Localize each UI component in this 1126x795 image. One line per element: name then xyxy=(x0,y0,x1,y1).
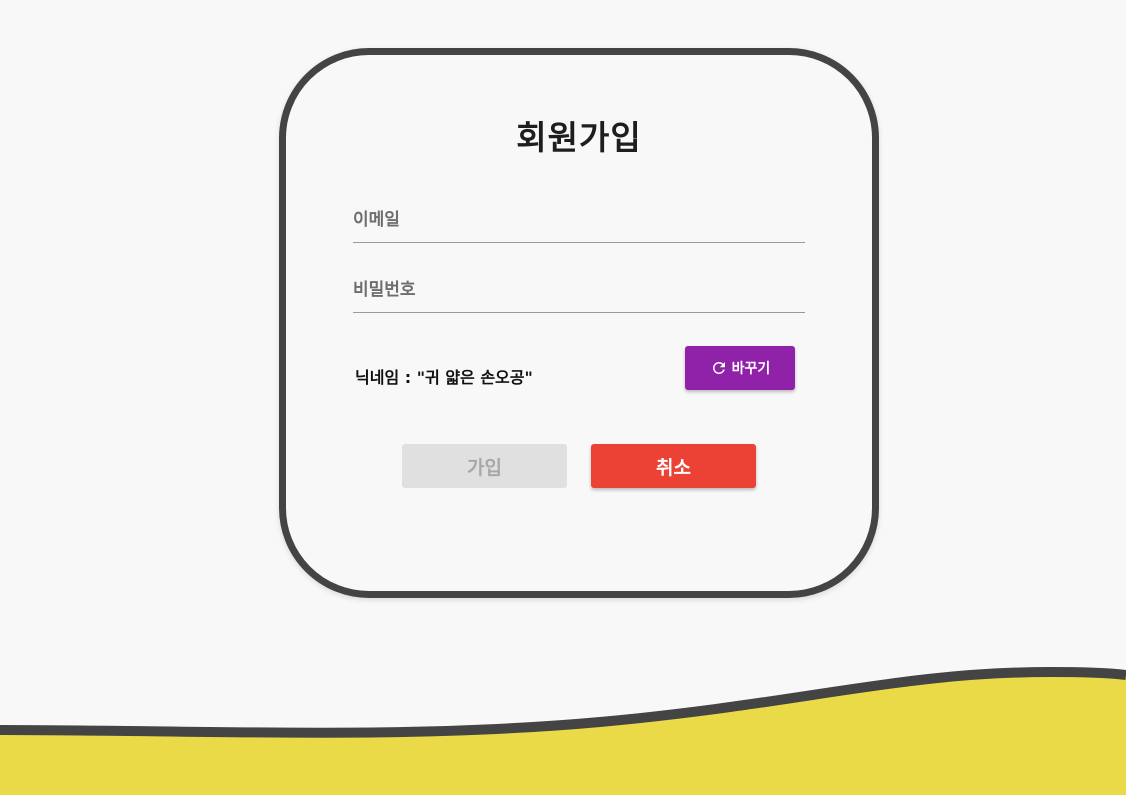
password-field-wrapper xyxy=(353,272,805,313)
change-nickname-label: 바꾸기 xyxy=(731,361,771,377)
join-button[interactable]: 가입 xyxy=(402,444,567,488)
cancel-button[interactable]: 취소 xyxy=(591,444,756,488)
email-input[interactable] xyxy=(353,202,805,242)
page-title: 회원가입 xyxy=(516,118,642,157)
refresh-icon xyxy=(710,359,728,377)
email-field-wrapper xyxy=(353,202,805,243)
password-input[interactable] xyxy=(353,272,805,312)
nickname-label: 닉네임 : "귀 얇은 손오공" xyxy=(355,368,533,387)
change-nickname-button[interactable]: 바꾸기 xyxy=(685,346,795,390)
signup-card: 회원가입 닉네임 : "귀 얇은 손오공" 바꾸기 가입 취소 xyxy=(279,48,879,598)
